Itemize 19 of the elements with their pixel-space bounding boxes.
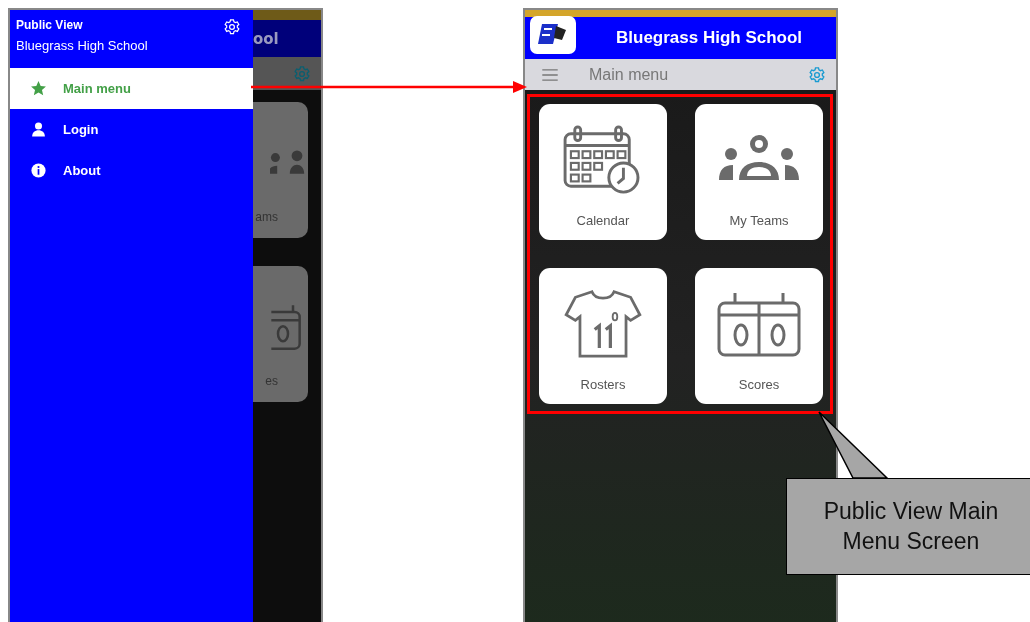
drawer-subtitle: Bluegrass High School — [16, 38, 148, 53]
person-icon — [30, 121, 47, 138]
settings-icon — [293, 64, 311, 83]
settings-icon[interactable] — [223, 18, 241, 36]
app-title: ool — [253, 29, 279, 48]
logo-icon — [530, 16, 576, 54]
accent-bar — [253, 10, 321, 20]
info-icon — [30, 162, 47, 179]
menu-tile[interactable]: Scores — [695, 268, 823, 404]
menu-tile[interactable]: Calendar — [539, 104, 667, 240]
drawer-menu-item[interactable]: About — [10, 150, 253, 191]
star-icon — [30, 80, 47, 97]
drawer-title: Public View — [16, 18, 84, 32]
toolbar-title: Main menu — [589, 65, 670, 84]
menu-tile[interactable]: My Teams — [695, 104, 823, 240]
menu-tile[interactable]: Rosters — [539, 268, 667, 404]
app-title: Bluegrass High School — [616, 28, 803, 48]
drawer-menu-item[interactable]: Login — [10, 109, 253, 150]
menu-icon[interactable] — [541, 68, 559, 81]
